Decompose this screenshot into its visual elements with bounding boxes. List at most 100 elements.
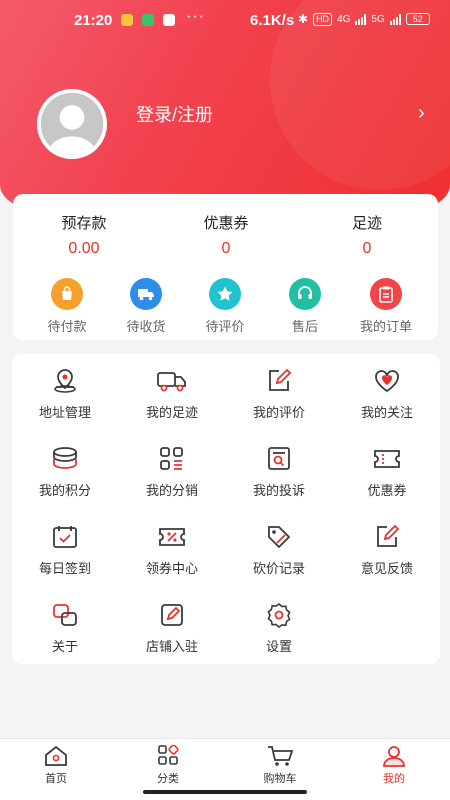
order-pending-receipt[interactable]: 待收货 — [108, 278, 184, 335]
complaint-icon — [268, 447, 290, 470]
service-label: 我的关注 — [360, 405, 413, 420]
service-label: 关于 — [51, 639, 78, 654]
order-after-sales[interactable]: 售后 — [267, 278, 343, 335]
service-label: 我的投诉 — [252, 483, 305, 498]
category-icon — [158, 745, 179, 765]
coin-stack-icon — [53, 447, 77, 469]
tab-cart[interactable]: 购物车 — [240, 745, 320, 786]
bag-icon — [51, 278, 83, 310]
feedback-pen-icon — [377, 524, 400, 547]
bluetooth-icon: ✱ — [298, 12, 309, 26]
stat-label: 足迹 — [351, 215, 382, 232]
star-icon — [209, 278, 241, 310]
service-address[interactable]: 地址管理 — [13, 368, 117, 421]
order-pending-payment[interactable]: 待付款 — [29, 278, 105, 335]
service-store-join[interactable]: 店铺入驻 — [120, 602, 224, 655]
service-points[interactable]: 我的积分 — [13, 446, 117, 499]
service-reviews[interactable]: 我的评价 — [227, 368, 331, 421]
wechat-icon — [142, 14, 154, 26]
network-5g: 5G — [371, 13, 385, 25]
stat-prepaid[interactable]: 预存款 0.00 — [34, 212, 134, 258]
grid-apps-icon — [160, 447, 183, 470]
service-complaints[interactable]: 我的投诉 — [227, 446, 331, 499]
order-pending-review[interactable]: 待评价 — [187, 278, 263, 335]
service-coupons[interactable]: 优惠券 — [335, 446, 439, 499]
service-label: 我的积分 — [38, 483, 91, 498]
truck-outline-icon — [157, 372, 186, 392]
service-distribution[interactable]: 我的分销 — [120, 446, 224, 499]
stat-footprint[interactable]: 足迹 0 — [317, 212, 417, 258]
service-label: 我的分销 — [145, 483, 198, 498]
service-label: 地址管理 — [38, 405, 91, 420]
service-feedback[interactable]: 意见反馈 — [335, 524, 439, 577]
clipboard-icon — [370, 278, 402, 310]
percent-coupon-icon — [159, 528, 185, 546]
stat-label: 优惠券 — [203, 215, 249, 232]
tab-label: 我的 — [383, 773, 405, 785]
edit-square-icon — [269, 368, 292, 391]
gear-icon — [267, 602, 291, 628]
notification-icon — [121, 14, 133, 26]
heart-icon — [375, 370, 399, 393]
more-dots: ··· — [186, 8, 205, 25]
tab-home[interactable]: 首页 — [16, 745, 96, 786]
stat-value: 0 — [362, 240, 372, 257]
my-orders[interactable]: 我的订单 — [348, 278, 424, 335]
service-label: 领券中心 — [145, 561, 198, 576]
hd-badge: HD — [313, 12, 333, 26]
cart-icon — [268, 746, 294, 766]
default-avatar-icon — [36, 89, 108, 160]
service-label: 设置 — [265, 639, 292, 654]
service-label: 砍价记录 — [252, 561, 305, 576]
service-coupon-center[interactable]: 领券中心 — [120, 524, 224, 577]
services-grid: 地址管理 我的足迹 我的评价 我的关注 我的积分 我的分销 我的投诉 优惠券 每… — [12, 354, 440, 664]
message-icon — [163, 14, 175, 26]
service-label: 意见反馈 — [360, 561, 413, 576]
status-right: ✱ HD 4G 5G 52 — [298, 12, 430, 26]
ticket-icon — [374, 450, 400, 468]
service-label: 我的评价 — [252, 405, 305, 420]
order-label: 我的订单 — [359, 319, 412, 334]
avatar[interactable] — [27, 88, 119, 160]
service-label: 每日签到 — [38, 561, 91, 576]
account-summary-card: 预存款 0.00 优惠券 0 足迹 0 待付款 待收货 待评价 售后 我的订单 — [13, 194, 438, 340]
stat-label: 预存款 — [61, 215, 107, 232]
stat-value: 0 — [221, 240, 231, 257]
location-pin-icon — [54, 369, 76, 393]
network-4g: 4G — [337, 13, 351, 25]
battery-icon: 52 — [405, 13, 430, 25]
status-bar: 21:20 ··· 6.1K/s ✱ HD 4G 5G 52 — [0, 0, 450, 40]
signal-icon-2 — [389, 13, 401, 25]
login-register-link[interactable]: 登录/注册 — [136, 101, 213, 127]
status-time: 21:20 — [74, 12, 113, 29]
stat-coupons[interactable]: 优惠券 0 — [176, 212, 276, 258]
price-tag-icon — [268, 526, 291, 549]
service-following[interactable]: 我的关注 — [335, 368, 439, 421]
headset-icon — [289, 278, 321, 310]
order-label: 待收货 — [126, 319, 166, 334]
order-label: 待评价 — [205, 319, 245, 334]
calendar-check-icon — [53, 526, 77, 548]
order-label: 待付款 — [47, 319, 87, 334]
service-settings[interactable]: 设置 — [227, 602, 331, 655]
tab-mine[interactable]: 我的 — [354, 745, 434, 786]
stat-value: 0.00 — [68, 240, 100, 257]
service-checkin[interactable]: 每日签到 — [13, 524, 117, 577]
chevron-right-icon[interactable]: › — [418, 102, 425, 125]
service-bargain[interactable]: 砍价记录 — [227, 524, 331, 577]
home-icon — [45, 745, 67, 766]
tab-label: 购物车 — [263, 773, 297, 785]
store-join-icon — [161, 604, 183, 626]
tab-category[interactable]: 分类 — [128, 745, 208, 786]
service-label: 我的足迹 — [145, 405, 198, 420]
service-label: 店铺入驻 — [145, 639, 198, 654]
truck-icon — [130, 278, 162, 310]
order-label: 售后 — [291, 319, 318, 334]
service-label: 优惠券 — [367, 483, 407, 498]
network-speed: 6.1K/s — [250, 12, 295, 29]
service-about[interactable]: 关于 — [13, 602, 117, 655]
signal-icon — [355, 13, 367, 25]
about-icon — [53, 604, 77, 626]
home-indicator — [143, 790, 307, 794]
service-footprint[interactable]: 我的足迹 — [120, 368, 224, 421]
